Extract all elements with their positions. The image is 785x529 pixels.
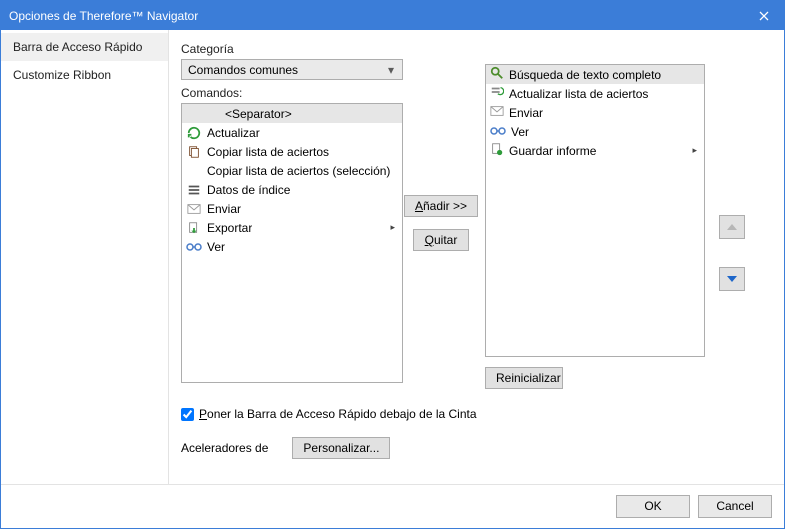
list-item[interactable]: Enviar (182, 199, 402, 218)
list-item[interactable]: Actualizar (182, 123, 402, 142)
below-ribbon-checkbox[interactable] (181, 408, 194, 421)
dialog-footer: OK Cancel (1, 484, 784, 528)
search-icon (490, 66, 504, 83)
move-down-button[interactable] (719, 267, 745, 291)
sidebar-item-qat[interactable]: Barra de Acceso Rápido (1, 33, 168, 61)
blank-icon (186, 106, 202, 122)
list-item[interactable]: Guardar informe ▸ (486, 141, 704, 160)
index-icon (186, 182, 202, 198)
below-ribbon-row: Poner la Barra de Acceso Rápido debajo d… (181, 407, 772, 421)
list-item[interactable]: Ver (486, 122, 704, 141)
submenu-indicator-icon: ▸ (692, 145, 700, 156)
lists-row: <Separator> Actualizar Copiar lista de a… (181, 103, 772, 389)
sidebar: Barra de Acceso Rápido Customize Ribbon (1, 30, 169, 484)
commands-listbox[interactable]: <Separator> Actualizar Copiar lista de a… (181, 103, 403, 383)
accelerators-label: Aceleradores de (181, 441, 268, 455)
main-panel: Categoría Comandos comunes ▾ Comandos: <… (169, 30, 784, 484)
reorder-buttons (719, 215, 745, 291)
list-item[interactable]: Copiar lista de aciertos (182, 142, 402, 161)
category-value: Comandos comunes (188, 63, 298, 77)
list-item[interactable]: Datos de índice (182, 180, 402, 199)
remove-button[interactable]: Quitar (413, 229, 469, 251)
save-report-icon (490, 142, 504, 159)
list-item[interactable]: <Separator> (182, 104, 402, 123)
move-up-button[interactable] (719, 215, 745, 239)
list-item[interactable]: Enviar (486, 103, 704, 122)
cancel-button[interactable]: Cancel (698, 495, 772, 518)
category-combo[interactable]: Comandos comunes ▾ (181, 59, 403, 80)
window-title: Opciones de Therefore™ Navigator (9, 9, 744, 23)
list-item[interactable]: Exportar ▸ (182, 218, 402, 237)
reset-button[interactable]: Reinicializar (485, 367, 563, 389)
dialog-window: Opciones de Therefore™ Navigator Barra d… (0, 0, 785, 529)
triangle-up-icon (727, 224, 737, 230)
dialog-body: Barra de Acceso Rápido Customize Ribbon … (1, 30, 784, 484)
refresh-list-icon (490, 85, 504, 102)
close-button[interactable] (744, 1, 784, 30)
mail-icon (186, 201, 202, 217)
view-icon (186, 239, 202, 255)
commands-column: <Separator> Actualizar Copiar lista de a… (181, 103, 403, 383)
sidebar-item-ribbon[interactable]: Customize Ribbon (1, 61, 168, 89)
list-item[interactable]: Ver (182, 237, 402, 256)
submenu-indicator-icon: ▸ (390, 222, 398, 233)
refresh-icon (186, 125, 202, 141)
accelerators-row: Aceleradores de Personalizar... (181, 437, 772, 459)
transfer-buttons: Añadir >> Quitar (403, 103, 479, 251)
close-icon (759, 11, 769, 21)
ok-button[interactable]: OK (616, 495, 690, 518)
list-item[interactable]: Actualizar lista de aciertos (486, 84, 704, 103)
list-item[interactable]: Búsqueda de texto completo (486, 65, 704, 84)
chevron-down-icon: ▾ (383, 63, 399, 77)
triangle-down-icon (727, 276, 737, 282)
list-item[interactable]: Copiar lista de aciertos (selección) (182, 161, 402, 180)
title-bar: Opciones de Therefore™ Navigator (1, 1, 784, 30)
blank-icon (186, 163, 202, 179)
copy-icon (186, 144, 202, 160)
add-button[interactable]: Añadir >> (404, 195, 478, 217)
qat-column: Búsqueda de texto completo Actualizar li… (479, 103, 772, 389)
category-label: Categoría (181, 42, 772, 56)
customize-accelerators-button[interactable]: Personalizar... (292, 437, 390, 459)
qat-listbox[interactable]: Búsqueda de texto completo Actualizar li… (485, 64, 705, 357)
mail-icon (490, 104, 504, 121)
export-icon (186, 220, 202, 236)
below-ribbon-label[interactable]: Poner la Barra de Acceso Rápido debajo d… (199, 407, 477, 421)
view-icon (490, 125, 506, 139)
